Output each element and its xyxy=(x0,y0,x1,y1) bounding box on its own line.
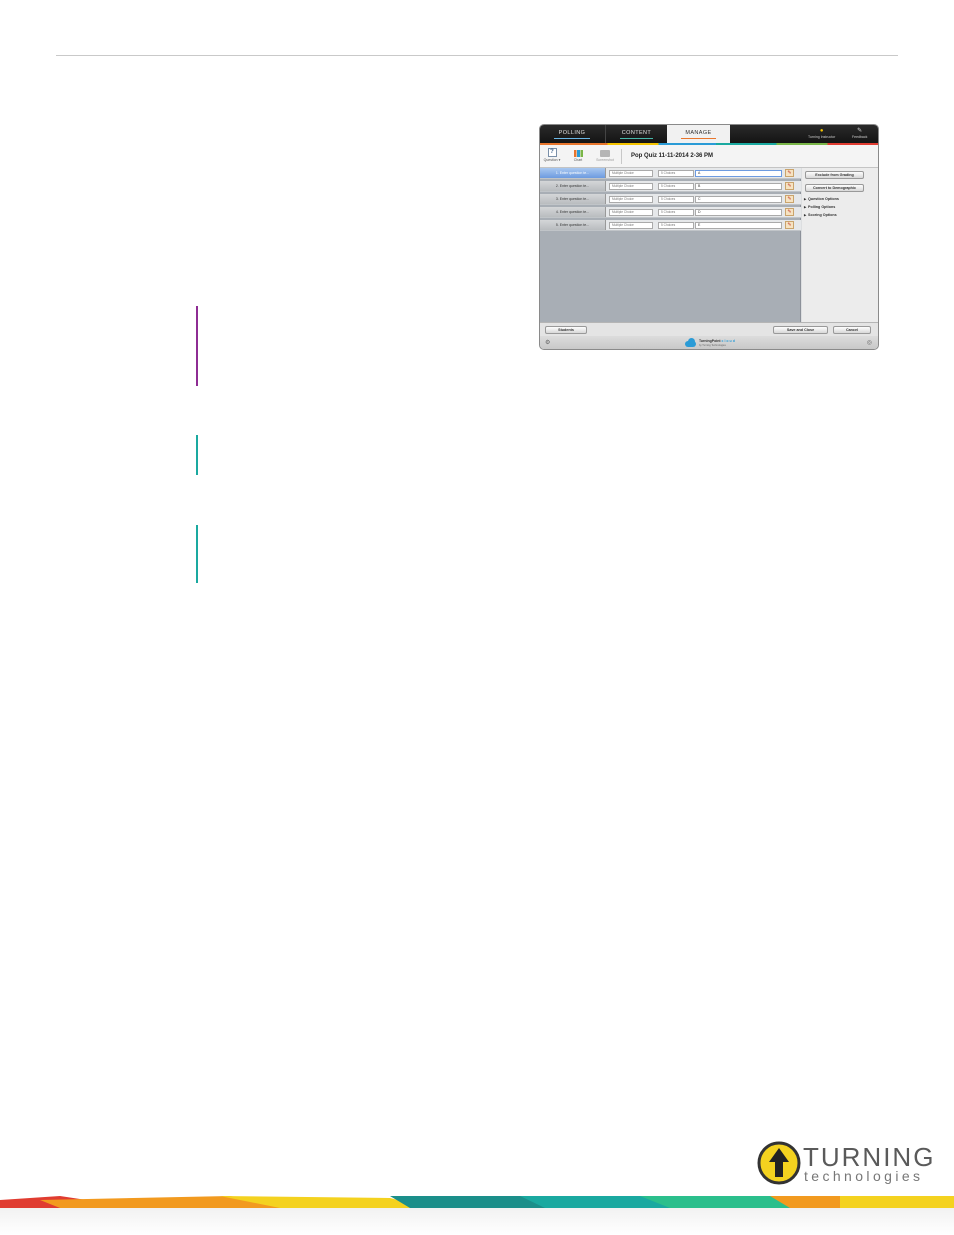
question-row[interactable]: 4. Enter question te... Multiple Choice … xyxy=(540,207,801,218)
ribbon-toolbar: ? Question ▾ Chart Screenshot Pop Quiz 11… xyxy=(540,145,878,168)
instructor-icon: ● xyxy=(819,128,824,134)
question-row[interactable]: 3. Enter question te... Multiple Choice … xyxy=(540,194,801,205)
edit-pencil-icon[interactable]: ✎ xyxy=(785,195,794,203)
turning-arrow-icon xyxy=(757,1141,801,1185)
question-row[interactable]: 5. Enter question te... Multiple Choice … xyxy=(540,220,801,231)
question-label[interactable]: 5. Enter question te... xyxy=(540,220,606,230)
turningpoint-window: POLLING CONTENT MANAGE ● Turning Instruct… xyxy=(539,124,879,350)
window-footer: Students Save and Close Cancel xyxy=(540,322,878,336)
correct-answer-field[interactable]: C xyxy=(695,196,782,203)
question-row[interactable]: 1. Enter question te... Multiple Choice … xyxy=(540,168,801,179)
gear-icon[interactable]: ⚙ xyxy=(545,339,550,346)
callout-bar-teal xyxy=(196,525,198,583)
feedback-icon: ✎ xyxy=(857,128,863,134)
turning-technologies-logo: TURNING technologies xyxy=(757,1141,933,1185)
question-type-dropdown[interactable]: Multiple Choice xyxy=(609,183,653,190)
header-rule xyxy=(56,55,898,56)
correct-answer-field[interactable]: D xyxy=(695,209,782,216)
bar-chart-icon xyxy=(573,150,583,157)
turningpoint-cloud-logo: TurningPoint cloud by Turning Technologi… xyxy=(684,337,744,349)
question-row[interactable]: 2. Enter question te... Multiple Choice … xyxy=(540,181,801,192)
document-page: POLLING CONTENT MANAGE ● Turning Instruct… xyxy=(0,0,954,1235)
screenshot-button[interactable]: Screenshot xyxy=(595,148,615,162)
question-type-dropdown[interactable]: Multiple Choice xyxy=(609,196,653,203)
edit-pencil-icon[interactable]: ✎ xyxy=(785,169,794,177)
camera-icon xyxy=(600,150,610,157)
question-settings-panel: Exclude from Grading Convert to Demograp… xyxy=(802,168,878,322)
callout-bar-purple xyxy=(196,306,198,386)
status-bar: ⚙ TurningPoint cloud by Turning Technolo… xyxy=(540,336,878,349)
chart-button[interactable]: Chart xyxy=(570,148,586,162)
edit-pencil-icon[interactable]: ✎ xyxy=(785,182,794,190)
question-label[interactable]: 3. Enter question te... xyxy=(540,194,606,204)
question-label[interactable]: 4. Enter question te... xyxy=(540,207,606,217)
save-and-close-button[interactable]: Save and Close xyxy=(773,326,828,334)
convert-to-demographic-button[interactable]: Convert to Demographic xyxy=(805,184,864,192)
logo-subwordmark: technologies xyxy=(804,1168,924,1184)
tab-bar: POLLING CONTENT MANAGE ● Turning Instruct… xyxy=(540,125,878,143)
choices-dropdown[interactable]: 5 Choices xyxy=(658,222,694,229)
question-type-dropdown[interactable]: Multiple Choice xyxy=(609,209,653,216)
question-label[interactable]: 2. Enter question te... xyxy=(540,181,606,191)
quiz-title: Pop Quiz 11-11-2014 2-36 PM xyxy=(631,153,714,159)
question-type-dropdown[interactable]: Multiple Choice xyxy=(609,222,653,229)
edit-pencil-icon[interactable]: ✎ xyxy=(785,221,794,229)
students-button[interactable]: Students xyxy=(545,326,587,334)
choices-dropdown[interactable]: 5 Choices xyxy=(658,209,694,216)
footer-color-stripe xyxy=(0,1196,954,1208)
help-icon[interactable]: ◎ xyxy=(867,339,872,346)
turning-instructor-button[interactable]: ● Turning Instructor xyxy=(808,128,835,139)
exclude-from-grading-button[interactable]: Exclude from Grading xyxy=(805,171,864,179)
question-button[interactable]: ? Question ▾ xyxy=(543,148,561,162)
ribbon-divider xyxy=(621,149,622,164)
choices-dropdown[interactable]: 5 Choices xyxy=(658,183,694,190)
question-label[interactable]: 1. Enter question te... xyxy=(540,168,606,178)
edit-pencil-icon[interactable]: ✎ xyxy=(785,208,794,216)
choices-dropdown[interactable]: 5 Choices xyxy=(658,170,694,177)
correct-answer-field[interactable]: E xyxy=(695,222,782,229)
question-options-toggle[interactable]: ▶ Question Options xyxy=(804,197,839,201)
cancel-button[interactable]: Cancel xyxy=(833,326,871,334)
tab-content[interactable]: CONTENT xyxy=(605,125,667,143)
question-list: 1. Enter question te... Multiple Choice … xyxy=(540,168,801,322)
callout-bar-teal xyxy=(196,435,198,475)
question-mark-icon: ? xyxy=(547,148,557,157)
choices-dropdown[interactable]: 5 Choices xyxy=(658,196,694,203)
correct-answer-field[interactable]: B xyxy=(695,183,782,190)
scoring-options-toggle[interactable]: ▶ Scoring Options xyxy=(804,213,837,217)
tab-manage[interactable]: MANAGE xyxy=(667,125,730,143)
footer-fade xyxy=(0,1208,954,1235)
question-type-dropdown[interactable]: Multiple Choice xyxy=(609,170,653,177)
polling-options-toggle[interactable]: ▶ Polling Options xyxy=(804,205,835,209)
correct-answer-field[interactable]: A xyxy=(695,170,782,177)
tab-polling[interactable]: POLLING xyxy=(540,125,604,143)
cloud-icon xyxy=(684,338,697,347)
feedback-button[interactable]: ✎ Feedback xyxy=(852,128,867,139)
